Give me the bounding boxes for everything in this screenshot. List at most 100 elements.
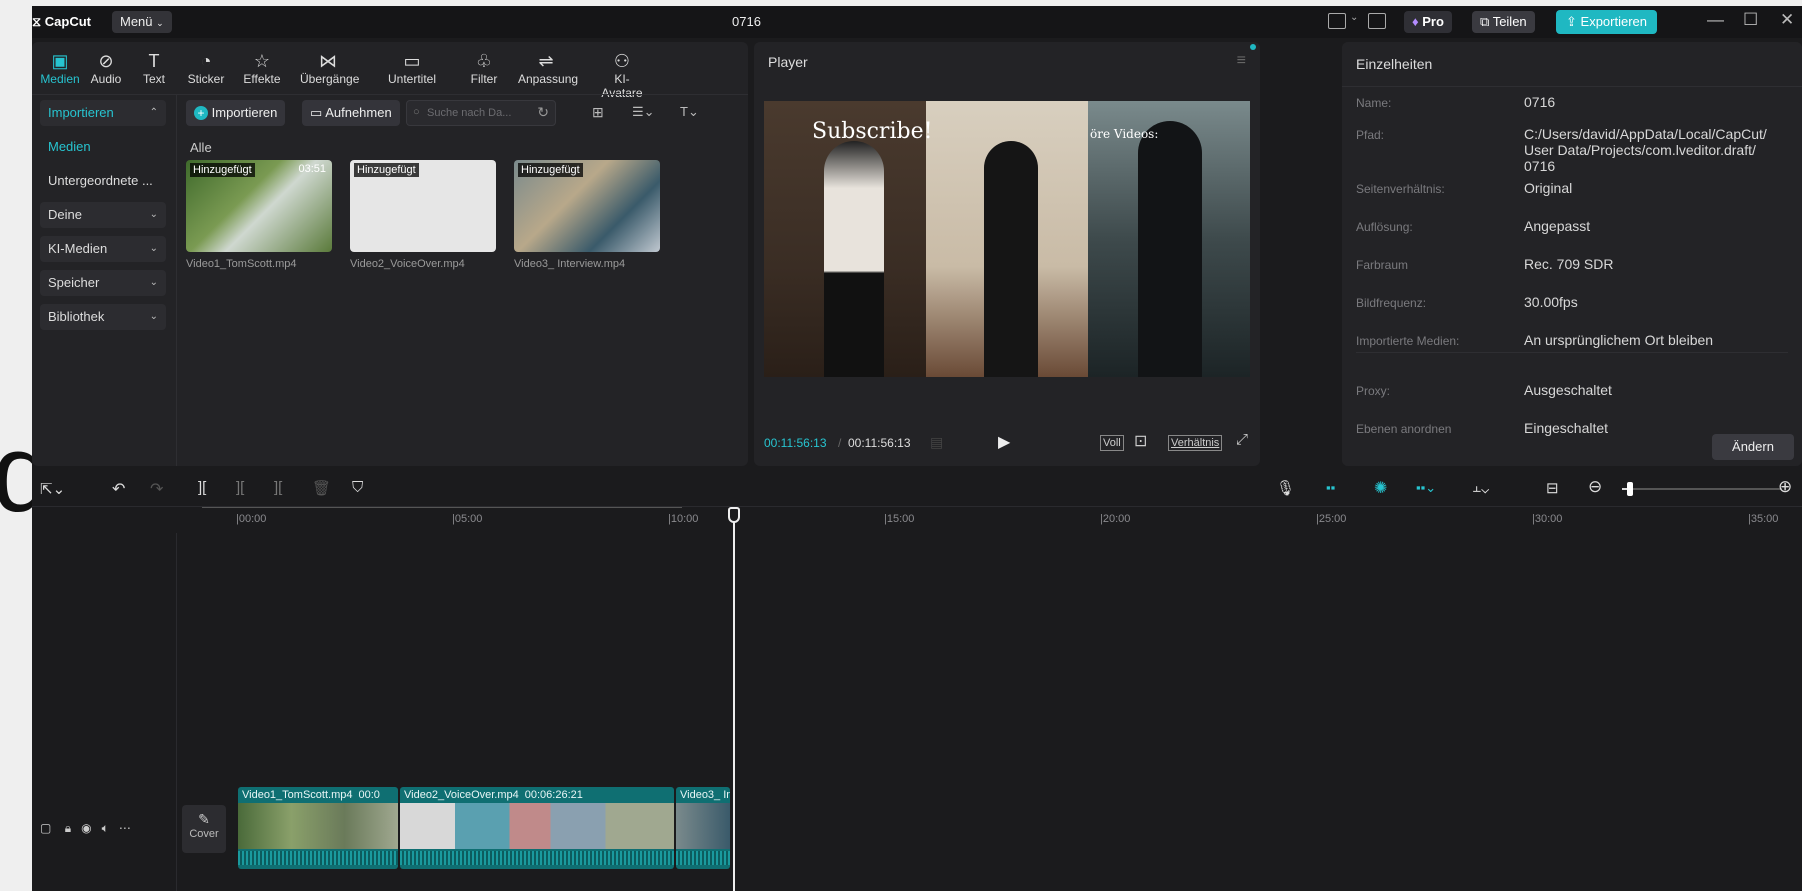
microphone-icon[interactable]: 🎙︎ (1276, 479, 1295, 497)
media-thumbnail[interactable]: Hinzugefügt (350, 160, 496, 252)
speaker-icon[interactable]: 🔈︎ (102, 821, 109, 835)
layout-icon[interactable] (1328, 13, 1346, 29)
close-icon[interactable]: ✕ (1780, 10, 1794, 30)
time-separator: / (838, 436, 842, 450)
playhead-handle[interactable] (728, 507, 740, 523)
shortcuts-icon[interactable] (1368, 13, 1386, 29)
share-button[interactable]: ⧉ Teilen (1472, 11, 1535, 33)
main-track-magnet-icon[interactable]: ▪▪ (1326, 480, 1335, 495)
media-item[interactable]: Hinzugefügt 03:51 Video1_TomScott.mp4 (186, 160, 332, 270)
zoom-slider[interactable] (1622, 482, 1782, 496)
sidebar-item-0[interactable]: Importieren ⌃ (40, 100, 166, 126)
ruler-tick-label: |35:00 (1748, 513, 1779, 525)
refresh-icon[interactable]: ↻ (537, 104, 549, 121)
preview-axis-icon[interactable]: ⫠⌄ (1472, 479, 1489, 496)
tool-label: Übergänge (300, 72, 360, 86)
full-quality-button[interactable]: Voll (1100, 435, 1124, 451)
split-right-icon[interactable]: ][ (274, 479, 282, 496)
split-icon[interactable]: ][ (198, 479, 206, 496)
tool-ai-avatar[interactable]: ⚇ KI-Avatare (594, 50, 650, 100)
fullscreen-icon[interactable]: ⤢ (1236, 431, 1248, 448)
select-tool-icon[interactable]: ⇱⌄ (40, 480, 65, 498)
export-button[interactable]: ⇪ Exportieren (1556, 10, 1658, 34)
timeline-clip[interactable]: Video1_TomScott.mp4 00:0 (238, 787, 398, 869)
search-box[interactable]: ○ Suche nach Da... ↻ (406, 100, 556, 126)
media-filename: Video3_ Interview.mp4 (514, 258, 626, 270)
aspect-ratio-button[interactable]: Verhältnis (1168, 435, 1223, 451)
export-icon: ⇪ (1566, 14, 1577, 29)
lock-icon[interactable]: 🔒︎ (65, 821, 71, 835)
player-menu-icon[interactable]: ≡ (1237, 52, 1246, 70)
pro-label: Pro (1422, 14, 1444, 29)
chevron-down-icon: ⌄ (149, 311, 158, 322)
auto-snap-icon[interactable]: ✺ (1374, 478, 1387, 498)
chevron-down-icon[interactable]: ⌄ (1350, 12, 1358, 23)
playhead[interactable] (733, 507, 735, 891)
waveform-icon[interactable]: ▤ (930, 434, 943, 451)
pro-button[interactable]: ♦ Pro (1404, 11, 1452, 33)
track-icon[interactable]: ⊟ (1546, 479, 1559, 497)
clip-name: Video3_ Inte (680, 789, 730, 801)
tool-effects[interactable]: ☆ Effekte (234, 50, 290, 86)
time-ruler[interactable]: |00:00 |05:00 |10:00 |15:00 |20:00 |25:00 |30:… (32, 507, 1802, 531)
change-button[interactable]: Ändern (1712, 434, 1794, 460)
import-button[interactable]: + Importieren (186, 100, 286, 126)
minimize-icon[interactable]: — (1707, 10, 1724, 30)
split-left-icon[interactable]: ][ (236, 479, 244, 496)
sidebar-item-3[interactable]: Deine ⌄ (40, 202, 166, 228)
undo-icon[interactable]: ↶ (112, 479, 125, 499)
play-icon[interactable]: ▶ (998, 432, 1010, 452)
tool-sticker[interactable]: ◔ Sticker (178, 50, 234, 86)
redo-icon[interactable]: ↷ (150, 479, 163, 499)
zoom-out-icon[interactable]: ⊖ (1588, 477, 1602, 497)
maximize-icon[interactable]: ☐ (1743, 10, 1758, 30)
zoom-fit-icon[interactable]: ⊡ (1134, 431, 1147, 451)
media-item[interactable]: Hinzugefügt Video2_VoiceOver.mp4 (350, 160, 496, 270)
detail-label: Bildfrequenz: (1356, 296, 1427, 310)
person-figure (984, 141, 1038, 377)
filter-all[interactable]: Alle (190, 140, 212, 155)
text-icon: T (148, 51, 160, 71)
linkage-icon[interactable]: ▪▪⌄ (1416, 480, 1436, 496)
timeline-clip[interactable]: Video2_VoiceOver.mp4 00:06:26:21 (400, 787, 674, 869)
detail-value: Ausgeschaltet (1524, 382, 1612, 398)
marker-icon[interactable]: ⛉ (352, 479, 363, 496)
tool-adjust[interactable]: ⇌ Anpassung (518, 50, 578, 86)
clip-header: Video2_VoiceOver.mp4 00:06:26:21 (404, 789, 583, 801)
tool-text[interactable]: T Text (126, 50, 182, 86)
detail-value: Rec. 709 SDR (1524, 256, 1614, 272)
media-item[interactable]: Hinzugefügt Video3_ Interview.mp4 (514, 160, 660, 270)
timeline-clip[interactable]: Video3_ Inte (676, 787, 730, 869)
track-icon[interactable]: ▢ (40, 821, 51, 835)
detail-label: Auflösung: (1356, 220, 1413, 234)
tool-subtitles[interactable]: ▭ Untertitel (384, 50, 440, 86)
sidebar-item-2[interactable]: Untergeordnete ... (40, 168, 166, 194)
record-button[interactable]: ▭ Aufnehmen (302, 100, 400, 126)
more-icon[interactable]: ⋯ (119, 821, 131, 835)
video-preview[interactable]: Subscribe! öre Videos: (764, 101, 1250, 377)
ai-avatar-icon: ⚇ (613, 51, 631, 71)
cover-button[interactable]: ✎ Cover (182, 805, 226, 853)
sidebar-item-1[interactable]: Medien (40, 134, 166, 160)
zoom-in-icon[interactable]: ⊕ (1778, 477, 1792, 497)
sidebar-item-5[interactable]: Speicher ⌄ (40, 270, 166, 296)
tool-transitions[interactable]: ⋈ Übergänge (300, 50, 360, 86)
tool-filter[interactable]: ♧ Filter (456, 50, 512, 86)
sidebar-item-label: Importieren (48, 105, 114, 120)
media-thumbnail[interactable]: Hinzugefügt (514, 160, 660, 252)
media-filename: Video2_VoiceOver.mp4 (350, 258, 465, 270)
filter-icon[interactable]: T⌄ (680, 104, 699, 120)
divider (176, 94, 177, 466)
media-thumbnail[interactable]: Hinzugefügt 03:51 (186, 160, 332, 252)
sidebar-item-label: Medien (48, 139, 91, 154)
delete-icon[interactable]: 🗑︎ (312, 479, 331, 497)
grid-view-icon[interactable]: ⊞ (592, 104, 604, 121)
sidebar-item-6[interactable]: Bibliothek ⌄ (40, 304, 166, 330)
menu-button[interactable]: Menü ⌄ (112, 11, 172, 33)
video-track[interactable]: Video1_TomScott.mp4 00:0 Video2_VoiceOver.… (238, 787, 732, 869)
eye-icon[interactable]: ◉ (81, 821, 91, 835)
sidebar-item-4[interactable]: KI-Medien ⌄ (40, 236, 166, 262)
zoom-slider-knob[interactable] (1627, 482, 1633, 496)
edit-icon: ✎ (198, 811, 210, 827)
sort-icon[interactable]: ☰⌄ (632, 104, 655, 120)
